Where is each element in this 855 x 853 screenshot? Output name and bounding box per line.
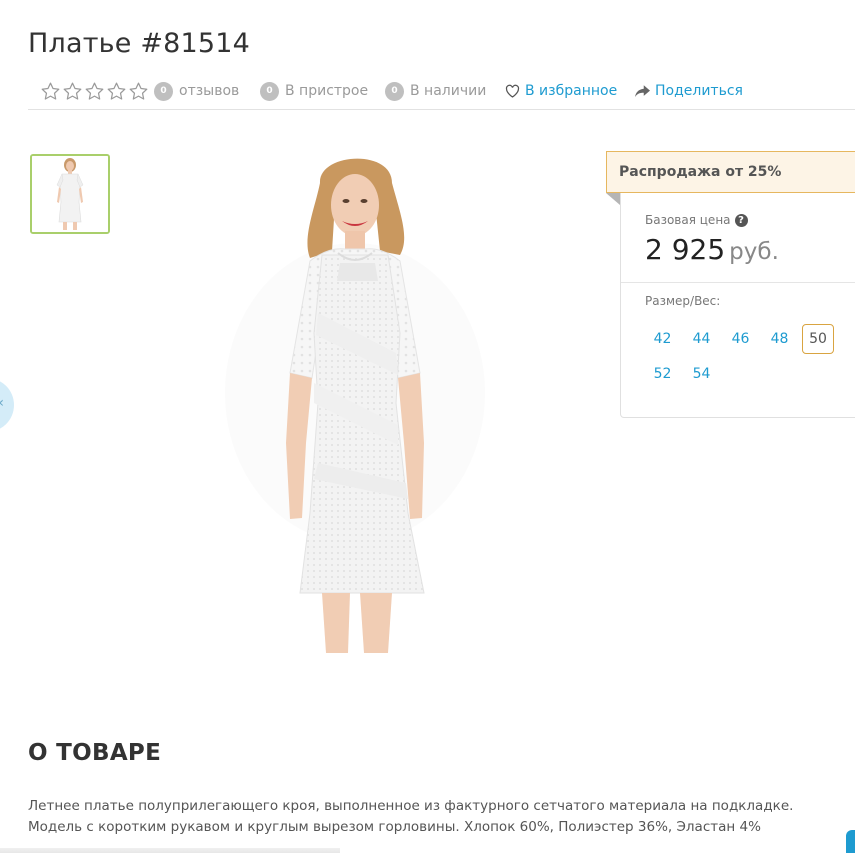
size-label: Размер/Вес: — [645, 294, 721, 308]
base-price-label-row: Базовая цена ? — [645, 213, 748, 227]
heart-outline-icon — [505, 84, 520, 98]
share-link[interactable]: Поделиться — [635, 78, 743, 104]
base-price-label: Базовая цена — [645, 213, 731, 227]
rating-stars[interactable] — [40, 78, 149, 104]
star-icon[interactable] — [128, 81, 149, 102]
side-panel-tab[interactable]: ‹ — [0, 378, 14, 432]
preorder-label: В пристрое — [285, 83, 369, 99]
reviews-label: отзывов — [179, 83, 240, 99]
size-option[interactable]: 42 — [643, 324, 682, 354]
stock-count-badge: 0 — [385, 81, 404, 101]
product-title: Платье #81514 — [28, 28, 251, 59]
size-option[interactable]: 48 — [760, 324, 799, 354]
size-option[interactable]: 52 — [643, 359, 682, 389]
stock-status: 0 В наличии — [385, 78, 486, 104]
price-divider — [621, 282, 855, 283]
question-circle-icon[interactable]: ? — [734, 213, 748, 227]
reviews-link[interactable]: 0 отзывов — [154, 78, 239, 104]
add-to-favorites-link[interactable]: В избранное — [505, 78, 617, 104]
size-option-selected[interactable]: 50 — [802, 324, 834, 354]
star-icon[interactable] — [40, 81, 61, 102]
price-value-row: 2 925 руб. — [645, 233, 779, 266]
sale-label: Распродажа от 25% — [619, 164, 782, 180]
bottom-edge — [0, 848, 340, 853]
star-icon[interactable] — [62, 81, 83, 102]
size-option[interactable]: 54 — [682, 359, 721, 389]
size-options: 42 44 46 48 50 52 54 — [643, 324, 853, 389]
reviews-count-badge: 0 — [154, 81, 173, 101]
product-meta-bar: 0 отзывов 0 В пристрое 0 В наличии В изб… — [28, 78, 855, 110]
price-currency: руб. — [729, 239, 779, 265]
size-option[interactable]: 44 — [682, 324, 721, 354]
favorites-label: В избранное — [525, 83, 618, 99]
stock-label: В наличии — [410, 83, 487, 99]
floating-action-button[interactable] — [846, 830, 855, 853]
product-thumbnail[interactable] — [30, 154, 110, 234]
preorder-status: 0 В пристрое — [260, 78, 368, 104]
share-label: Поделиться — [655, 83, 743, 99]
share-arrow-icon — [635, 84, 650, 97]
dress-model-image — [225, 158, 485, 653]
star-icon[interactable] — [106, 81, 127, 102]
dress-thumbnail-image — [32, 156, 108, 232]
sale-banner: Распродажа от 25% — [606, 151, 855, 193]
price-amount: 2 925 — [645, 233, 726, 266]
price-panel: Базовая цена ? 2 925 руб. Размер/Вес: 42 … — [620, 193, 855, 418]
about-heading: О ТОВАРЕ — [28, 740, 162, 766]
chevron-left-icon: ‹ — [0, 395, 4, 411]
product-main-image[interactable] — [210, 143, 500, 653]
size-option[interactable]: 46 — [721, 324, 760, 354]
sale-banner-fold — [606, 193, 620, 205]
star-icon[interactable] — [84, 81, 105, 102]
preorder-count-badge: 0 — [260, 81, 279, 101]
product-description: Летнее платье полуприлегающего кроя, вып… — [28, 798, 794, 835]
